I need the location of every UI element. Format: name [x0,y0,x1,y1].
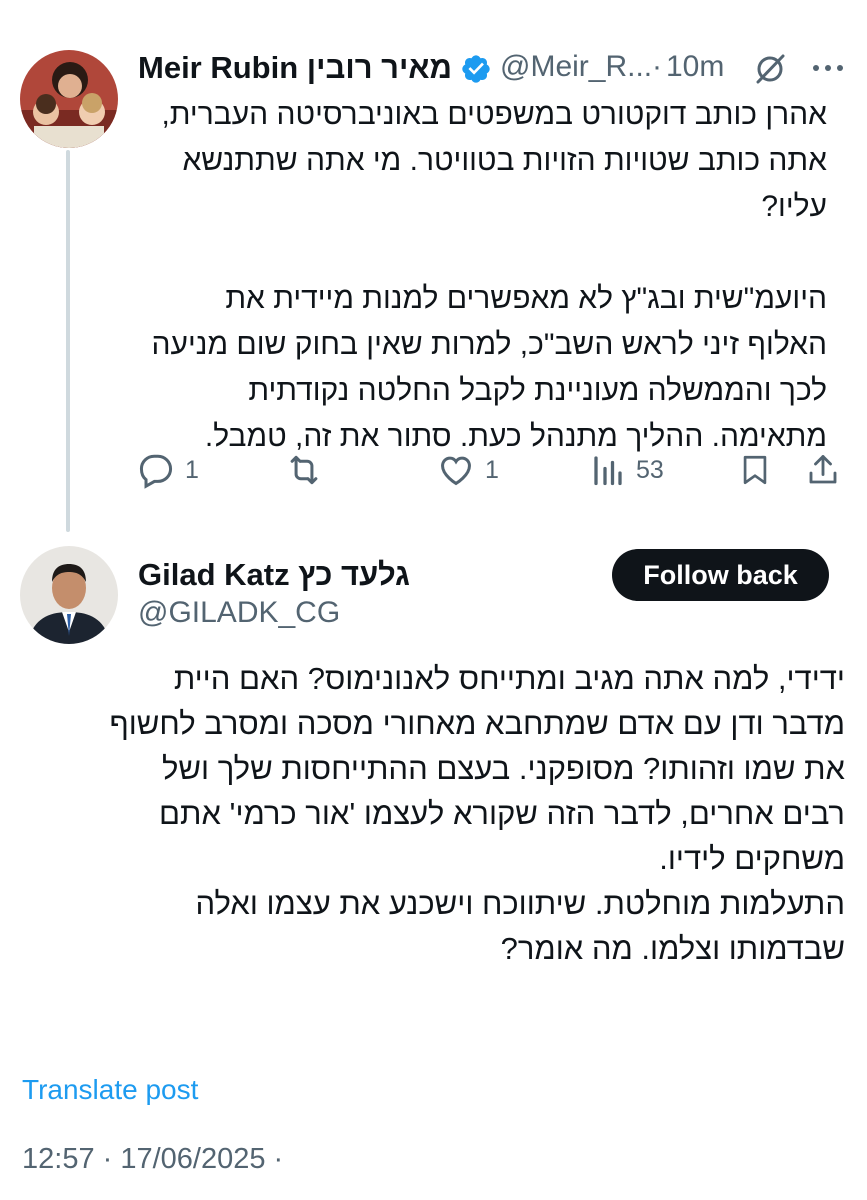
avatar-photo-icon [20,546,118,644]
author-name[interactable]: Gilad Katz גלעד כץ [138,557,410,593]
post-time[interactable]: 10m [666,50,724,84]
avatar-gilad-katz[interactable] [20,546,118,644]
like-button[interactable]: 1 [437,448,499,492]
verified-badge-icon [462,55,490,83]
translate-post-link[interactable]: Translate post [22,1074,198,1106]
post-text: אהרן כותב דוקטורט במשפטים באוניברסיטה הע… [151,98,827,453]
author-handle[interactable]: @Meir_R... [500,50,652,84]
retweet-icon [290,455,318,485]
author-name[interactable]: Meir Rubin מאיר רובין [138,50,452,86]
post-text: ידידי, למה אתה מגיב ומתייחס לאנונימוס? ה… [109,661,845,966]
reply-button[interactable]: 1 [137,448,199,492]
reply-icon [139,454,173,489]
follow-back-button[interactable]: Follow back [612,549,829,601]
share-button[interactable] [805,448,841,492]
views-count: 53 [636,455,664,484]
views-icon [594,456,622,486]
reply-count: 1 [185,455,199,484]
bookmark-button[interactable] [738,448,772,492]
retweet-button[interactable] [285,448,323,492]
post-timestamp[interactable]: 12:57 · 17/06/2025 · [22,1143,283,1176]
more-icon[interactable] [810,60,846,76]
like-count: 1 [485,455,499,484]
bookmark-icon [743,455,767,485]
share-icon [809,455,837,484]
grok-icon[interactable] [752,51,788,87]
views-button[interactable]: 53 [590,448,664,492]
author-handle[interactable]: @GILADK_CG [138,596,340,630]
like-icon [441,456,471,486]
separator-dot: · [652,50,662,83]
